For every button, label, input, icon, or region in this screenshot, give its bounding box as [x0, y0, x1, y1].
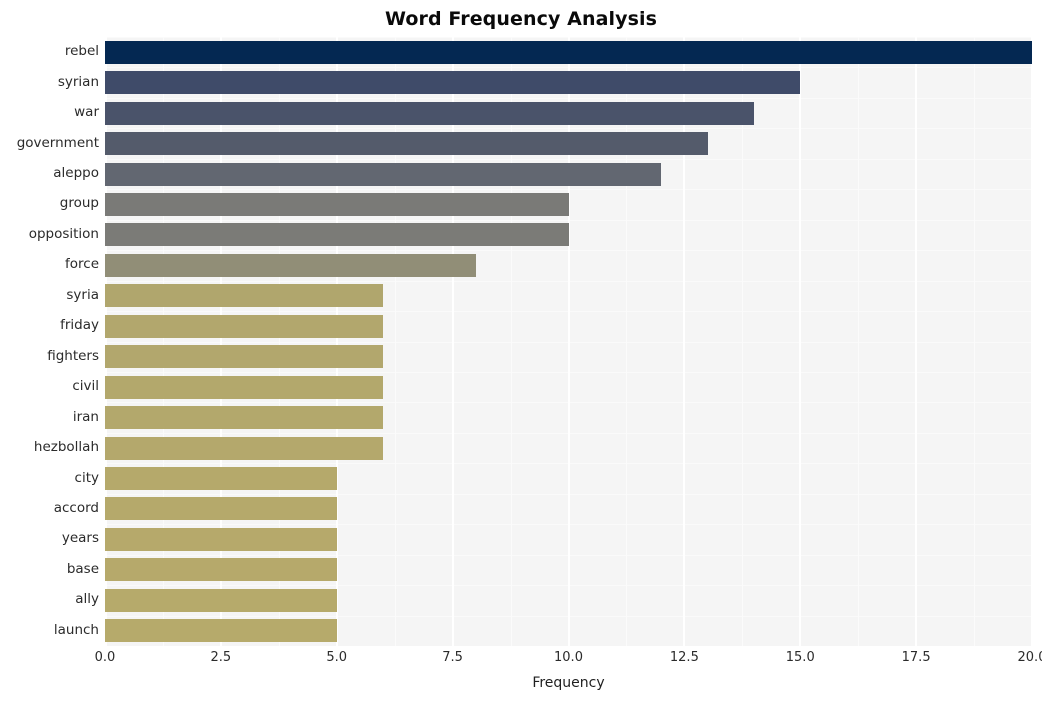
- y-tick-label-syrian: syrian: [57, 73, 99, 90]
- y-tick-label-city: city: [74, 469, 99, 486]
- bar-fighters: [105, 345, 384, 369]
- bar-aleppo: [105, 162, 662, 186]
- bar-syria: [105, 284, 384, 308]
- y-tick-label-launch: launch: [53, 621, 99, 638]
- y-tick-label-fighters: fighters: [47, 347, 99, 364]
- x-tick-label-0.0: 0.0: [94, 650, 116, 665]
- bar-opposition: [105, 223, 569, 247]
- chart-title: Word Frequency Analysis: [384, 8, 658, 30]
- x-axis-tick-labels: 0.0 2.5 5.0 7.5 10.0 12.5 15.0 17.5 20.0: [0, 650, 1042, 674]
- bar-hezbollah: [105, 436, 384, 460]
- y-tick-label-syria: syria: [66, 286, 99, 303]
- y-tick-label-ally: ally: [75, 591, 99, 608]
- y-tick-label-hezbollah: hezbollah: [33, 439, 99, 456]
- x-tick-label-10.0: 10.0: [554, 650, 583, 665]
- bar-group: [105, 192, 569, 216]
- plot-area: [105, 37, 1032, 646]
- bars-layer: [105, 37, 1032, 646]
- x-tick-label-17.5: 17.5: [901, 650, 931, 665]
- y-axis-tick-labels: rebel syrian war government aleppo group oppos…: [0, 37, 99, 646]
- bar-years: [105, 527, 337, 551]
- y-tick-label-iran: iran: [72, 408, 99, 425]
- y-tick-label-group: group: [59, 195, 99, 212]
- y-tick-label-force: force: [65, 256, 99, 273]
- x-tick-label-2.5: 2.5: [210, 650, 232, 665]
- bar-iran: [105, 406, 384, 430]
- bar-base: [105, 558, 337, 582]
- bar-syrian: [105, 71, 801, 95]
- bar-friday: [105, 314, 384, 338]
- bar-rebel: [105, 40, 1032, 64]
- y-tick-label-accord: accord: [53, 499, 99, 516]
- bar-ally: [105, 588, 337, 612]
- y-tick-label-friday: friday: [60, 317, 99, 334]
- bar-war: [105, 101, 754, 125]
- x-tick-label-12.5: 12.5: [669, 650, 699, 665]
- x-axis-title: Frequency: [532, 675, 605, 691]
- x-tick-label-15.0: 15.0: [785, 650, 815, 665]
- y-tick-label-aleppo: aleppo: [53, 165, 99, 182]
- bar-force: [105, 253, 476, 277]
- x-tick-label-20.0: 20.0: [1017, 650, 1042, 665]
- y-tick-label-civil: civil: [72, 378, 99, 395]
- chart-figure: Word Frequency Analysis rebel syrian war go…: [0, 0, 1042, 701]
- bar-civil: [105, 375, 384, 399]
- bar-accord: [105, 497, 337, 521]
- y-tick-label-government: government: [16, 134, 99, 151]
- x-tick-label-5.0: 5.0: [326, 650, 348, 665]
- y-tick-label-war: war: [74, 104, 99, 121]
- y-tick-label-base: base: [66, 560, 99, 577]
- y-tick-label-opposition: opposition: [28, 225, 99, 242]
- y-tick-label-rebel: rebel: [64, 43, 99, 60]
- bar-city: [105, 467, 337, 491]
- y-tick-label-years: years: [61, 530, 99, 547]
- bar-government: [105, 132, 708, 156]
- bar-launch: [105, 619, 337, 643]
- x-tick-label-7.5: 7.5: [442, 650, 463, 665]
